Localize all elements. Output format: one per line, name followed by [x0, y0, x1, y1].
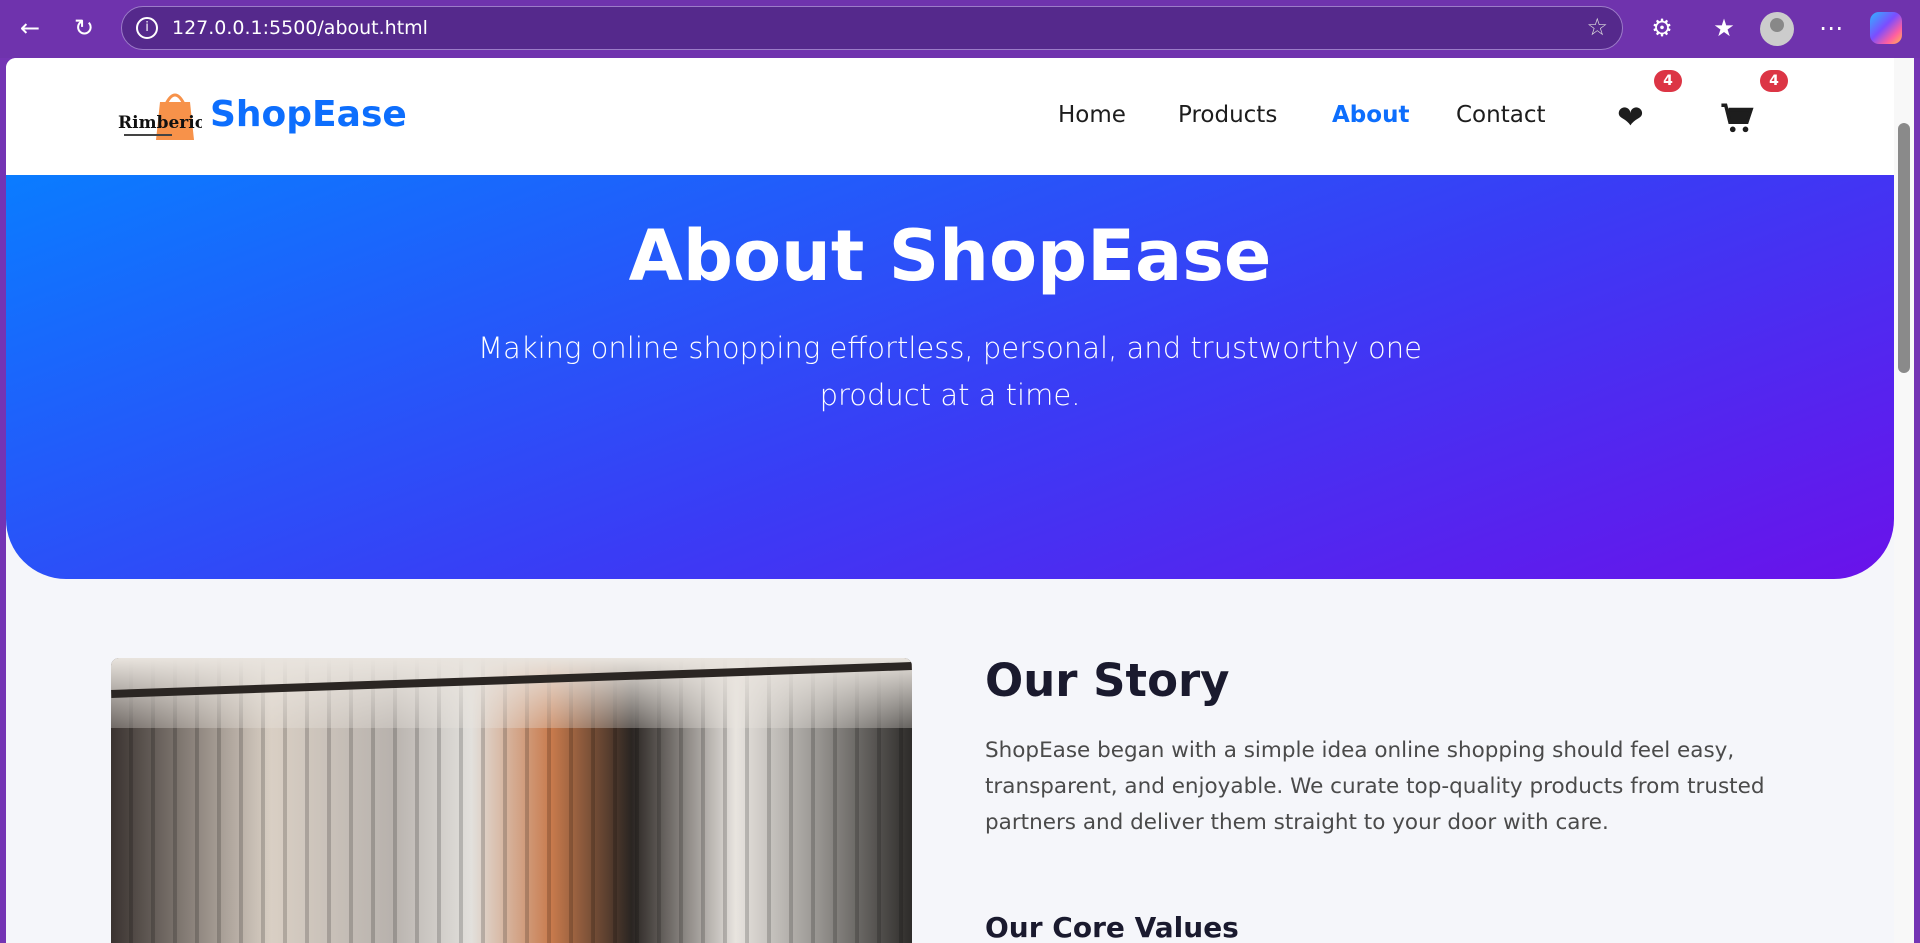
address-bar[interactable]: i 127.0.0.1:5500/about.html ☆: [121, 6, 1623, 50]
page: Rimberio ShopEase Home Products About Co…: [6, 58, 1894, 943]
story-text: ShopEase began with a simple idea online…: [985, 738, 1765, 835]
scrollbar[interactable]: [1894, 58, 1914, 943]
nav-about[interactable]: About: [1332, 102, 1409, 128]
hero-subtitle: Making online shopping effortless, perso…: [478, 331, 1422, 412]
clothing-rack-image: [111, 658, 912, 943]
favorite-star-icon[interactable]: ☆: [1586, 13, 1608, 41]
nav-contact[interactable]: Contact: [1456, 102, 1545, 128]
wishlist-heart-icon[interactable]: ❤: [1617, 98, 1644, 136]
url-text: 127.0.0.1:5500/about.html: [172, 17, 428, 39]
scrollbar-thumb[interactable]: [1898, 123, 1910, 373]
brand-name[interactable]: ShopEase: [210, 94, 407, 135]
browser-toolbar: ← ↻ i 127.0.0.1:5500/about.html ☆ ⚙ ★ ⋯: [0, 0, 1920, 58]
reload-icon[interactable]: ↻: [66, 10, 102, 46]
copilot-icon[interactable]: [1870, 12, 1902, 44]
cart-icon[interactable]: [1720, 102, 1754, 134]
cart-count-badge: 4: [1760, 70, 1788, 92]
hero-title: About ShopEase: [628, 215, 1272, 297]
profile-avatar[interactable]: [1760, 12, 1794, 46]
back-icon[interactable]: ←: [12, 10, 48, 46]
nav-home[interactable]: Home: [1058, 102, 1126, 128]
wishlist-count-badge: 4: [1654, 70, 1682, 92]
favorites-icon[interactable]: ★: [1706, 10, 1742, 46]
svg-text:Rimberio: Rimberio: [118, 113, 202, 133]
core-values-title: Our Core Values: [985, 911, 1239, 943]
navbar: Rimberio ShopEase Home Products About Co…: [6, 58, 1894, 175]
story-title: Our Story: [985, 654, 1230, 707]
more-icon[interactable]: ⋯: [1813, 10, 1849, 46]
info-icon[interactable]: i: [136, 17, 158, 39]
nav-products[interactable]: Products: [1178, 102, 1277, 128]
extensions-icon[interactable]: ⚙: [1644, 10, 1680, 46]
hero-banner: About ShopEase Making online shopping ef…: [6, 175, 1894, 579]
rimberio-logo[interactable]: Rimberio: [116, 88, 202, 142]
